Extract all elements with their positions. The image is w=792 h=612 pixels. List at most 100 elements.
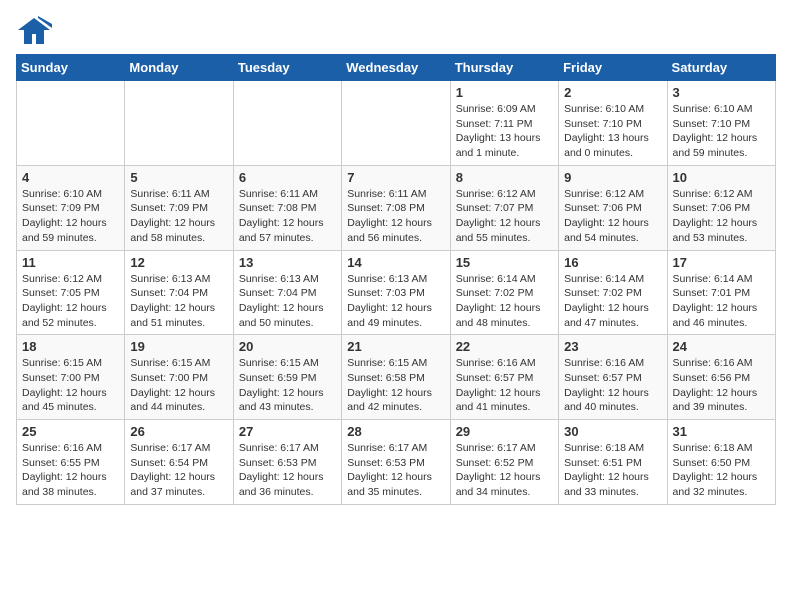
day-info: Sunrise: 6:09 AM Sunset: 7:11 PM Dayligh… — [456, 102, 553, 161]
calendar-day-cell: 12 Sunrise: 6:13 AM Sunset: 7:04 PM Dayli… — [125, 250, 233, 335]
calendar-day-cell: 15Sunrise: 6:14 AM Sunset: 7:02 PM Dayli… — [450, 250, 558, 335]
calendar-day-cell: 22Sunrise: 6:16 AM Sunset: 6:57 PM Dayli… — [450, 335, 558, 420]
day-info: Sunrise: 6:10 AM Sunset: 7:10 PM Dayligh… — [673, 102, 770, 161]
day-number: 19 — [130, 339, 227, 354]
weekday-header-sunday: Sunday — [17, 55, 125, 81]
day-info: Sunrise: 6:10 AM Sunset: 7:10 PM Dayligh… — [564, 102, 661, 161]
day-info: Sunrise: 6:16 AM Sunset: 6:56 PM Dayligh… — [673, 356, 770, 415]
calendar-day-cell: 25 Sunrise: 6:16 AM Sunset: 6:55 PM Dayli… — [17, 420, 125, 505]
calendar-day-cell: 7 Sunrise: 6:11 AM Sunset: 7:08 PM Daylig… — [342, 165, 450, 250]
day-info: Sunrise: 6:12 AM Sunset: 7:05 PM Dayligh… — [22, 272, 119, 331]
calendar-day-cell: 1 Sunrise: 6:09 AM Sunset: 7:11 PM Daylig… — [450, 81, 558, 166]
day-number: 7 — [347, 170, 444, 185]
calendar-day-cell: 29Sunrise: 6:17 AM Sunset: 6:52 PM Dayli… — [450, 420, 558, 505]
day-info: Sunrise: 6:15 AM Sunset: 6:59 PM Dayligh… — [239, 356, 336, 415]
weekday-header-thursday: Thursday — [450, 55, 558, 81]
day-info: Sunrise: 6:13 AM Sunset: 7:04 PM Dayligh… — [130, 272, 227, 331]
day-number: 2 — [564, 85, 661, 100]
day-number: 20 — [239, 339, 336, 354]
calendar-day-cell: 17 Sunrise: 6:14 AM Sunset: 7:01 PM Dayli… — [667, 250, 775, 335]
weekday-header-monday: Monday — [125, 55, 233, 81]
day-number: 16 — [564, 255, 661, 270]
calendar-week-row: 25 Sunrise: 6:16 AM Sunset: 6:55 PM Dayli… — [17, 420, 776, 505]
day-number: 27 — [239, 424, 336, 439]
day-info: Sunrise: 6:13 AM Sunset: 7:03 PM Dayligh… — [347, 272, 444, 331]
calendar-day-cell: 9Sunrise: 6:12 AM Sunset: 7:06 PM Daylig… — [559, 165, 667, 250]
calendar-day-cell: 24Sunrise: 6:16 AM Sunset: 6:56 PM Dayli… — [667, 335, 775, 420]
day-number: 11 — [22, 255, 119, 270]
day-info: Sunrise: 6:18 AM Sunset: 6:51 PM Dayligh… — [564, 441, 661, 500]
calendar-day-cell: 26Sunrise: 6:17 AM Sunset: 6:54 PM Dayli… — [125, 420, 233, 505]
day-info: Sunrise: 6:16 AM Sunset: 6:57 PM Dayligh… — [456, 356, 553, 415]
day-number: 15 — [456, 255, 553, 270]
calendar-table: SundayMondayTuesdayWednesdayThursdayFrid… — [16, 54, 776, 505]
calendar-day-cell: 2 Sunrise: 6:10 AM Sunset: 7:10 PM Daylig… — [559, 81, 667, 166]
day-info: Sunrise: 6:16 AM Sunset: 6:57 PM Dayligh… — [564, 356, 661, 415]
calendar-day-cell: 14 Sunrise: 6:13 AM Sunset: 7:03 PM Dayli… — [342, 250, 450, 335]
day-number: 3 — [673, 85, 770, 100]
calendar-day-cell: 5Sunrise: 6:11 AM Sunset: 7:09 PM Daylig… — [125, 165, 233, 250]
calendar-day-cell — [17, 81, 125, 166]
calendar-day-cell: 27 Sunrise: 6:17 AM Sunset: 6:53 PM Dayli… — [233, 420, 341, 505]
day-number: 9 — [564, 170, 661, 185]
day-info: Sunrise: 6:17 AM Sunset: 6:53 PM Dayligh… — [239, 441, 336, 500]
weekday-header-row: SundayMondayTuesdayWednesdayThursdayFrid… — [17, 55, 776, 81]
day-number: 23 — [564, 339, 661, 354]
day-number: 8 — [456, 170, 553, 185]
weekday-header-wednesday: Wednesday — [342, 55, 450, 81]
day-info: Sunrise: 6:18 AM Sunset: 6:50 PM Dayligh… — [673, 441, 770, 500]
calendar-day-cell: 4 Sunrise: 6:10 AM Sunset: 7:09 PM Daylig… — [17, 165, 125, 250]
day-info: Sunrise: 6:12 AM Sunset: 7:06 PM Dayligh… — [673, 187, 770, 246]
logo — [16, 16, 56, 46]
calendar-day-cell — [342, 81, 450, 166]
day-number: 30 — [564, 424, 661, 439]
calendar-day-cell — [125, 81, 233, 166]
day-info: Sunrise: 6:14 AM Sunset: 7:01 PM Dayligh… — [673, 272, 770, 331]
day-info: Sunrise: 6:16 AM Sunset: 6:55 PM Dayligh… — [22, 441, 119, 500]
day-info: Sunrise: 6:10 AM Sunset: 7:09 PM Dayligh… — [22, 187, 119, 246]
day-number: 25 — [22, 424, 119, 439]
logo-icon — [16, 16, 52, 46]
day-number: 17 — [673, 255, 770, 270]
day-number: 18 — [22, 339, 119, 354]
day-number: 12 — [130, 255, 227, 270]
day-info: Sunrise: 6:12 AM Sunset: 7:07 PM Dayligh… — [456, 187, 553, 246]
calendar-day-cell: 23 Sunrise: 6:16 AM Sunset: 6:57 PM Dayli… — [559, 335, 667, 420]
weekday-header-saturday: Saturday — [667, 55, 775, 81]
calendar-week-row: 1 Sunrise: 6:09 AM Sunset: 7:11 PM Daylig… — [17, 81, 776, 166]
calendar-week-row: 11 Sunrise: 6:12 AM Sunset: 7:05 PM Dayli… — [17, 250, 776, 335]
day-number: 10 — [673, 170, 770, 185]
calendar-day-cell: 3 Sunrise: 6:10 AM Sunset: 7:10 PM Daylig… — [667, 81, 775, 166]
day-number: 5 — [130, 170, 227, 185]
calendar-day-cell: 10 Sunrise: 6:12 AM Sunset: 7:06 PM Dayli… — [667, 165, 775, 250]
day-number: 13 — [239, 255, 336, 270]
calendar-week-row: 18 Sunrise: 6:15 AM Sunset: 7:00 PM Dayli… — [17, 335, 776, 420]
calendar-day-cell: 13 Sunrise: 6:13 AM Sunset: 7:04 PM Dayli… — [233, 250, 341, 335]
day-number: 29 — [456, 424, 553, 439]
day-info: Sunrise: 6:11 AM Sunset: 7:08 PM Dayligh… — [347, 187, 444, 246]
day-info: Sunrise: 6:11 AM Sunset: 7:08 PM Dayligh… — [239, 187, 336, 246]
day-number: 4 — [22, 170, 119, 185]
calendar-day-cell: 28 Sunrise: 6:17 AM Sunset: 6:53 PM Dayli… — [342, 420, 450, 505]
calendar-week-row: 4 Sunrise: 6:10 AM Sunset: 7:09 PM Daylig… — [17, 165, 776, 250]
weekday-header-friday: Friday — [559, 55, 667, 81]
day-info: Sunrise: 6:17 AM Sunset: 6:53 PM Dayligh… — [347, 441, 444, 500]
calendar-day-cell: 21Sunrise: 6:15 AM Sunset: 6:58 PM Dayli… — [342, 335, 450, 420]
calendar-day-cell: 20 Sunrise: 6:15 AM Sunset: 6:59 PM Dayli… — [233, 335, 341, 420]
day-number: 14 — [347, 255, 444, 270]
day-info: Sunrise: 6:15 AM Sunset: 6:58 PM Dayligh… — [347, 356, 444, 415]
weekday-header-tuesday: Tuesday — [233, 55, 341, 81]
calendar-day-cell: 31Sunrise: 6:18 AM Sunset: 6:50 PM Dayli… — [667, 420, 775, 505]
day-number: 1 — [456, 85, 553, 100]
calendar-day-cell — [233, 81, 341, 166]
day-info: Sunrise: 6:17 AM Sunset: 6:54 PM Dayligh… — [130, 441, 227, 500]
day-info: Sunrise: 6:15 AM Sunset: 7:00 PM Dayligh… — [130, 356, 227, 415]
day-info: Sunrise: 6:13 AM Sunset: 7:04 PM Dayligh… — [239, 272, 336, 331]
calendar-day-cell: 18Sunrise: 6:15 AM Sunset: 7:00 PM Dayli… — [17, 335, 125, 420]
calendar-day-cell: 30 Sunrise: 6:18 AM Sunset: 6:51 PM Dayli… — [559, 420, 667, 505]
day-number: 28 — [347, 424, 444, 439]
calendar-day-cell: 8 Sunrise: 6:12 AM Sunset: 7:07 PM Daylig… — [450, 165, 558, 250]
calendar-day-cell: 16 Sunrise: 6:14 AM Sunset: 7:02 PM Dayli… — [559, 250, 667, 335]
day-info: Sunrise: 6:14 AM Sunset: 7:02 PM Dayligh… — [564, 272, 661, 331]
page-header — [16, 16, 776, 46]
